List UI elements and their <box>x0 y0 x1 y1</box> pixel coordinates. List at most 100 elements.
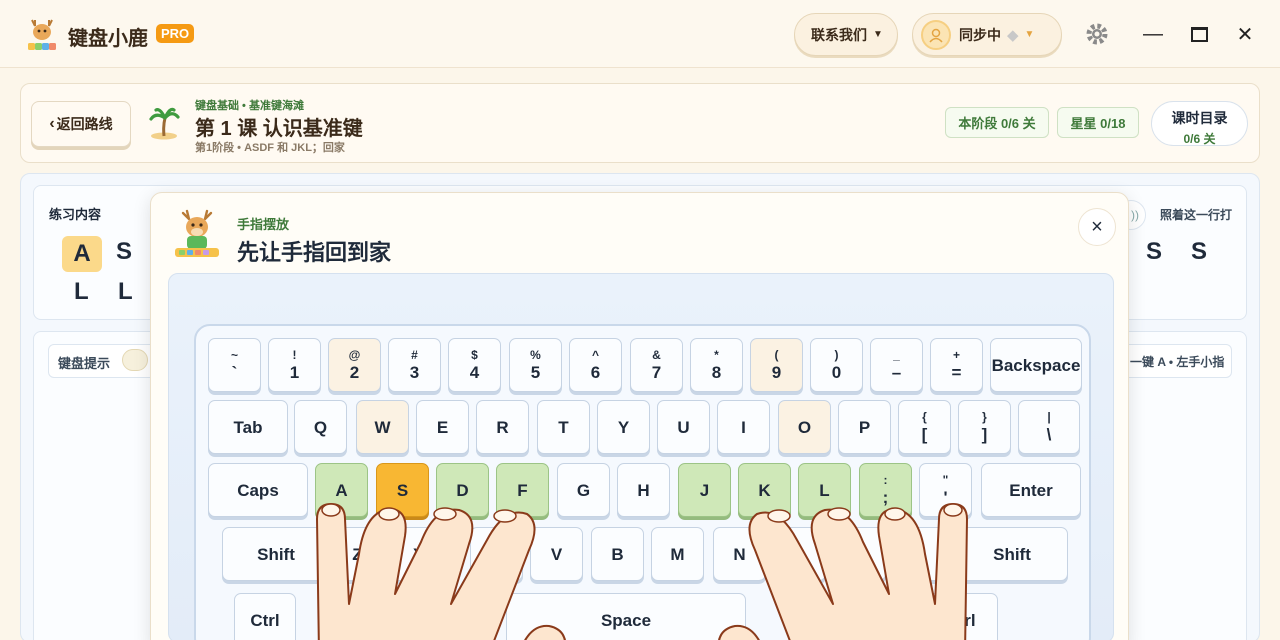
key-label: Enter <box>1009 480 1053 500</box>
maximize-icon[interactable] <box>1184 20 1214 48</box>
contact-label: 联系我们 <box>811 26 867 43</box>
sync-label: 同步中 <box>959 26 1001 43</box>
deer-logo-icon <box>28 19 56 50</box>
close-window-icon[interactable]: ✕ <box>1230 20 1260 48</box>
stage-progress-badge: 本阶段 0/6 关 <box>945 107 1049 138</box>
key-row3-2: S <box>376 463 429 517</box>
key-label: W <box>374 417 391 437</box>
key-row4-2: X <box>392 527 445 581</box>
key-shift-label: $ <box>471 348 478 362</box>
key-shift-label: { <box>922 410 927 424</box>
practice-heading: 练习内容 <box>49 207 102 222</box>
key-shift-label: ) <box>834 348 839 362</box>
key-shift-label: ( <box>774 348 779 362</box>
key-shift-label: " <box>942 473 949 487</box>
key-row2-5: T <box>537 400 590 454</box>
key-row1-1: ! 1 <box>268 338 321 392</box>
key-row3-4: F <box>496 463 549 517</box>
key-label: ] <box>981 425 988 444</box>
key-label: U <box>677 417 690 437</box>
modal-title: 先让手指回到家 <box>237 240 392 265</box>
key-row3-9: L <box>798 463 851 517</box>
breadcrumb: 键盘基础 • 基准键海滩 <box>195 100 304 112</box>
key-label: T <box>558 417 569 437</box>
key-label: A <box>335 480 348 500</box>
back-label: 返回路线 <box>56 116 113 132</box>
key-label: 4 <box>469 363 480 382</box>
pro-badge: PRO <box>156 24 195 43</box>
key-row1-5: % 5 <box>509 338 562 392</box>
hint-mini-icon <box>122 349 148 371</box>
title-bar: 键盘小鹿 PRO 联系我们 ▼ 同步中 ◆ ▼ — ✕ <box>0 0 1280 68</box>
key-label: B <box>611 544 624 564</box>
minimize-icon[interactable]: — <box>1138 20 1168 48</box>
key-row1-8: * 8 <box>690 338 743 392</box>
key-label: 3 <box>409 363 420 382</box>
diamond-icon: ◆ <box>1007 26 1019 44</box>
key-label: Backspace <box>991 355 1081 375</box>
key-row1-3: #3 <box>388 338 441 392</box>
follow-hint: 照着这一行打 <box>1160 208 1233 222</box>
key-label: ` <box>231 363 238 382</box>
back-route-button[interactable]: ‹ 返回路线 <box>31 101 131 147</box>
practice-letter: L <box>74 278 89 305</box>
key-row4-6: M <box>651 527 704 581</box>
key-shift-label: % <box>530 348 541 362</box>
key-label: Ctrl <box>946 610 976 630</box>
key-label: Z <box>352 544 363 564</box>
key-label: Shift <box>993 544 1031 564</box>
key-label: Shift <box>257 544 295 564</box>
key-label: 1 <box>289 363 300 382</box>
key-row3-3: D <box>436 463 489 517</box>
key-row2-12: }] <box>958 400 1011 454</box>
key-row2-3: E <box>416 400 469 454</box>
key-label: N <box>733 544 746 564</box>
key-label: X <box>412 544 425 564</box>
key-row4-3: C <box>470 527 523 581</box>
caret-down-icon: ▼ <box>1024 29 1035 40</box>
gear-icon[interactable] <box>1081 20 1113 48</box>
key-row2-13: | \ <box>1018 400 1080 454</box>
keyboard-hint-heading: 键盘提示 <box>58 356 111 371</box>
key-row2-10: P <box>838 400 891 454</box>
modal-close-button[interactable]: × <box>1078 208 1116 246</box>
key-label: Q <box>313 417 328 437</box>
avatar-icon <box>921 19 951 50</box>
key-row3-10: :; <box>859 463 912 517</box>
key-label: \ <box>1046 425 1052 444</box>
key-row5-1: Space <box>506 593 746 640</box>
key-label: Caps <box>237 480 279 500</box>
key-label: P <box>858 417 871 437</box>
key-shift-label: : <box>883 473 888 487</box>
key-label: I <box>741 417 746 437</box>
lesson-title: 第 1 课 认识基准键 <box>195 118 363 140</box>
lesson-catalog-button[interactable]: 课时目录 0/6 关 <box>1151 101 1248 146</box>
key-row4-4: V <box>530 527 583 581</box>
key-shift-label: & <box>652 348 661 362</box>
key-label: – <box>891 363 902 382</box>
key-label: Tab <box>233 417 263 437</box>
key-row1-10: ) 0 <box>810 338 863 392</box>
contact-button[interactable]: 联系我们 ▼ <box>794 13 898 56</box>
practice-letter: A <box>62 236 102 272</box>
key-label: 5 <box>530 363 541 382</box>
key-row1-2: @2 <box>328 338 381 392</box>
key-label: D <box>456 480 469 500</box>
key-row2-1: Q <box>294 400 347 454</box>
key-label: H <box>637 480 650 500</box>
key-row5-2: Ctrl <box>924 593 998 640</box>
key-shift-label: } <box>982 410 987 424</box>
key-row4-7: N <box>713 527 766 581</box>
key-row5-0: Ctrl <box>234 593 296 640</box>
key-shift-label: ^ <box>591 348 599 362</box>
key-shift-label: ~ <box>230 348 238 362</box>
sync-status-button[interactable]: 同步中 ◆ ▼ <box>912 13 1062 56</box>
deer-mascot-icon <box>175 209 219 257</box>
key-label: Ctrl <box>250 610 280 630</box>
key-shift-label: # <box>411 348 418 362</box>
key-row2-4: R <box>476 400 529 454</box>
catalog-progress: 0/6 关 <box>1183 132 1216 146</box>
key-row2-11: {[ <box>898 400 951 454</box>
close-icon: × <box>1091 216 1103 238</box>
key-label: 7 <box>651 363 662 382</box>
